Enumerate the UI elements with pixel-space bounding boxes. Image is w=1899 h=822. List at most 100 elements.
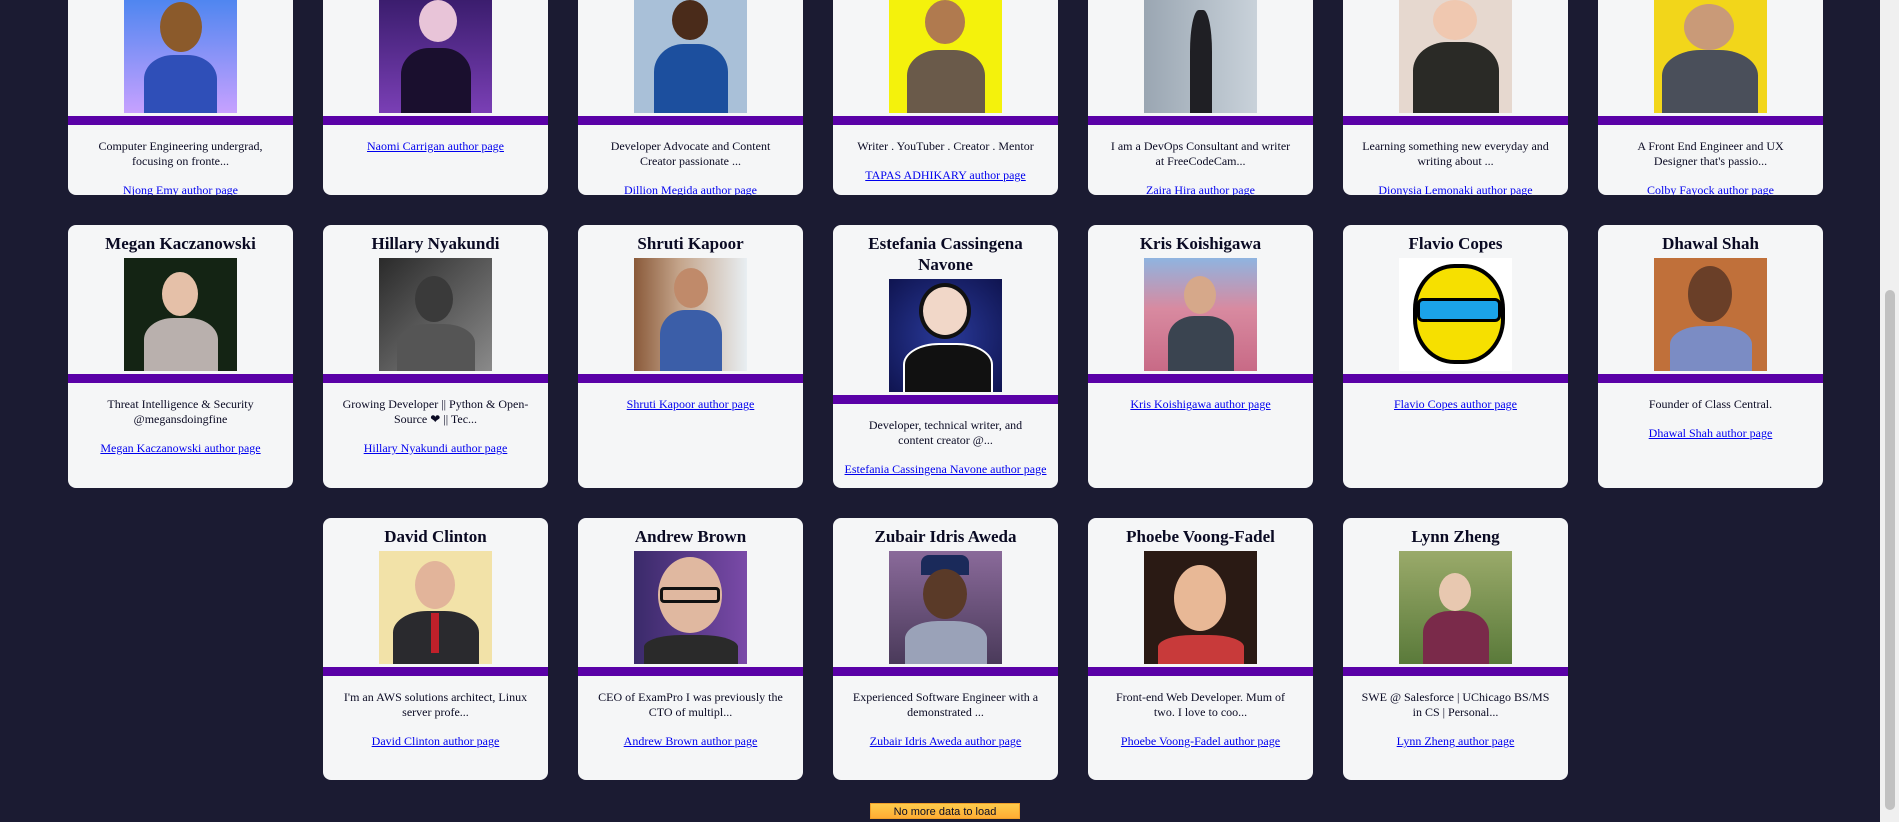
accent-bar [1088,116,1313,125]
author-page-link[interactable]: Phoebe Voong-Fadel author page [1121,734,1280,749]
accent-bar [68,116,293,125]
accent-bar [68,374,293,383]
author-page-link[interactable]: Colby Fayock author page [1647,183,1774,195]
author-avatar[interactable] [1144,551,1257,664]
author-card: Zubair Idris Aweda Experienced Software … [833,518,1058,780]
author-name: Zubair Idris Aweda [874,527,1017,546]
author-bio: Experienced Software Engineer with a dem… [852,690,1039,719]
author-bio: Developer, technical writer, and content… [868,418,1023,447]
author-page-link[interactable]: Dionysia Lemonaki author page [1378,183,1532,195]
author-avatar[interactable] [379,0,492,113]
author-bio: Founder of Class Central. [1648,397,1773,411]
author-card: Naomi Carrigan author page [323,0,548,195]
accent-bar [1343,374,1568,383]
author-name: Flavio Copes [1408,234,1503,253]
author-page-link[interactable]: Megan Kaczanowski author page [100,441,260,456]
author-card: Learning something new everyday and writ… [1343,0,1568,195]
author-page-link[interactable]: Hillary Nyakundi author page [364,441,508,456]
author-bio: Computer Engineering undergrad, focusing… [98,139,263,168]
author-card: Writer . YouTuber . Creator . Mentor TAP… [833,0,1058,195]
author-name: Hillary Nyakundi [371,234,500,253]
accent-bar [833,395,1058,404]
author-avatar[interactable] [1399,0,1512,113]
author-page-link[interactable]: Naomi Carrigan author page [367,139,504,154]
author-card: Computer Engineering undergrad, focusing… [68,0,293,195]
author-avatar[interactable] [634,0,747,113]
accent-bar [323,374,548,383]
author-bio: A Front End Engineer and UX Designer tha… [1637,139,1784,168]
author-avatar[interactable] [379,258,492,371]
author-name: Dhawal Shah [1662,234,1759,253]
author-card: Hillary Nyakundi Growing Developer || Py… [323,225,548,488]
load-more-button[interactable]: No more data to load [870,803,1020,819]
author-page-link[interactable]: Dhawal Shah author page [1649,426,1773,441]
author-bio: SWE @ Salesforce | UChicago BS/MS in CS … [1361,690,1550,719]
author-card: Lynn Zheng SWE @ Salesforce | UChicago B… [1343,518,1568,780]
author-name: Kris Koishigawa [1139,234,1262,253]
author-page-link[interactable]: Shruti Kapoor author page [627,397,755,412]
author-page-link[interactable]: David Clinton author page [372,734,500,749]
accent-bar [1343,116,1568,125]
author-name: Phoebe Voong-Fadel [1126,527,1275,546]
author-card: I am a DevOps Consultant and writer at F… [1088,0,1313,195]
author-grid: Computer Engineering undergrad, focusing… [0,0,1880,822]
author-card: Megan Kaczanowski Threat Intelligence & … [68,225,293,488]
author-page-link[interactable]: Flavio Copes author page [1394,397,1517,412]
accent-bar [1598,374,1823,383]
author-card: Andrew Brown CEO of ExamPro I was previo… [578,518,803,780]
author-card: Kris Koishigawa Kris Koishigawa author p… [1088,225,1313,488]
author-page-link[interactable]: Zaira Hira author page [1146,183,1255,195]
author-bio: Front-end Web Developer. Mum of two. I l… [1115,690,1286,719]
author-avatar[interactable] [379,551,492,664]
author-avatar[interactable] [1654,0,1767,113]
scrollbar-thumb[interactable] [1885,290,1895,810]
author-card: Phoebe Voong-Fadel Front-end Web Develop… [1088,518,1313,780]
author-name: Megan Kaczanowski [105,234,256,253]
author-avatar[interactable] [889,551,1002,664]
author-page-link[interactable]: Njong Emy author page [123,183,238,195]
author-avatar[interactable] [124,258,237,371]
page-scrollbar[interactable] [1880,0,1899,822]
author-page-link[interactable]: Kris Koishigawa author page [1130,397,1270,412]
author-avatar[interactable] [1654,258,1767,371]
author-avatar[interactable] [124,0,237,113]
accent-bar [833,116,1058,125]
accent-bar [578,667,803,676]
author-page-link[interactable]: Lynn Zheng author page [1397,734,1515,749]
author-card: Developer Advocate and Content Creator p… [578,0,803,195]
author-page-link[interactable]: Dillion Megida author page [624,183,757,195]
author-bio: Learning something new everyday and writ… [1362,139,1549,168]
accent-bar [833,667,1058,676]
accent-bar [1343,667,1568,676]
author-bio: CEO of ExamPro I was previously the CTO … [598,690,783,719]
author-name: Lynn Zheng [1411,527,1500,546]
author-card: Dhawal Shah Founder of Class Central. Dh… [1598,225,1823,488]
accent-bar [323,116,548,125]
author-bio: I'm an AWS solutions architect, Linux se… [343,690,528,719]
author-card: Shruti Kapoor Shruti Kapoor author page [578,225,803,488]
author-name: Andrew Brown [634,527,747,546]
accent-bar [578,116,803,125]
author-avatar[interactable] [634,258,747,371]
author-page-link[interactable]: Andrew Brown author page [624,734,758,749]
author-card: Flavio Copes Flavio Copes author page [1343,225,1568,488]
author-avatar[interactable] [1399,258,1512,371]
author-bio: Growing Developer || Python & Open-Sourc… [342,397,529,426]
author-avatar[interactable] [1144,258,1257,371]
author-page-link[interactable]: Zubair Idris Aweda author page [870,734,1022,749]
author-page-link[interactable]: TAPAS ADHIKARY author page [865,168,1025,183]
accent-bar [1088,667,1313,676]
author-avatar[interactable] [1144,0,1257,113]
author-bio: Developer Advocate and Content Creator p… [610,139,771,168]
author-avatar[interactable] [1399,551,1512,664]
author-card: Estefania Cassingena Navone Developer, t… [833,225,1058,488]
accent-bar [1088,374,1313,383]
author-avatar[interactable] [634,551,747,664]
author-page-link[interactable]: Estefania Cassingena Navone author page [845,462,1047,477]
accent-bar [578,374,803,383]
author-bio: Threat Intelligence & Security @megansdo… [107,397,254,426]
author-avatar[interactable] [889,0,1002,113]
author-avatar[interactable] [889,279,1002,392]
accent-bar [323,667,548,676]
author-name: Shruti Kapoor [637,234,744,253]
